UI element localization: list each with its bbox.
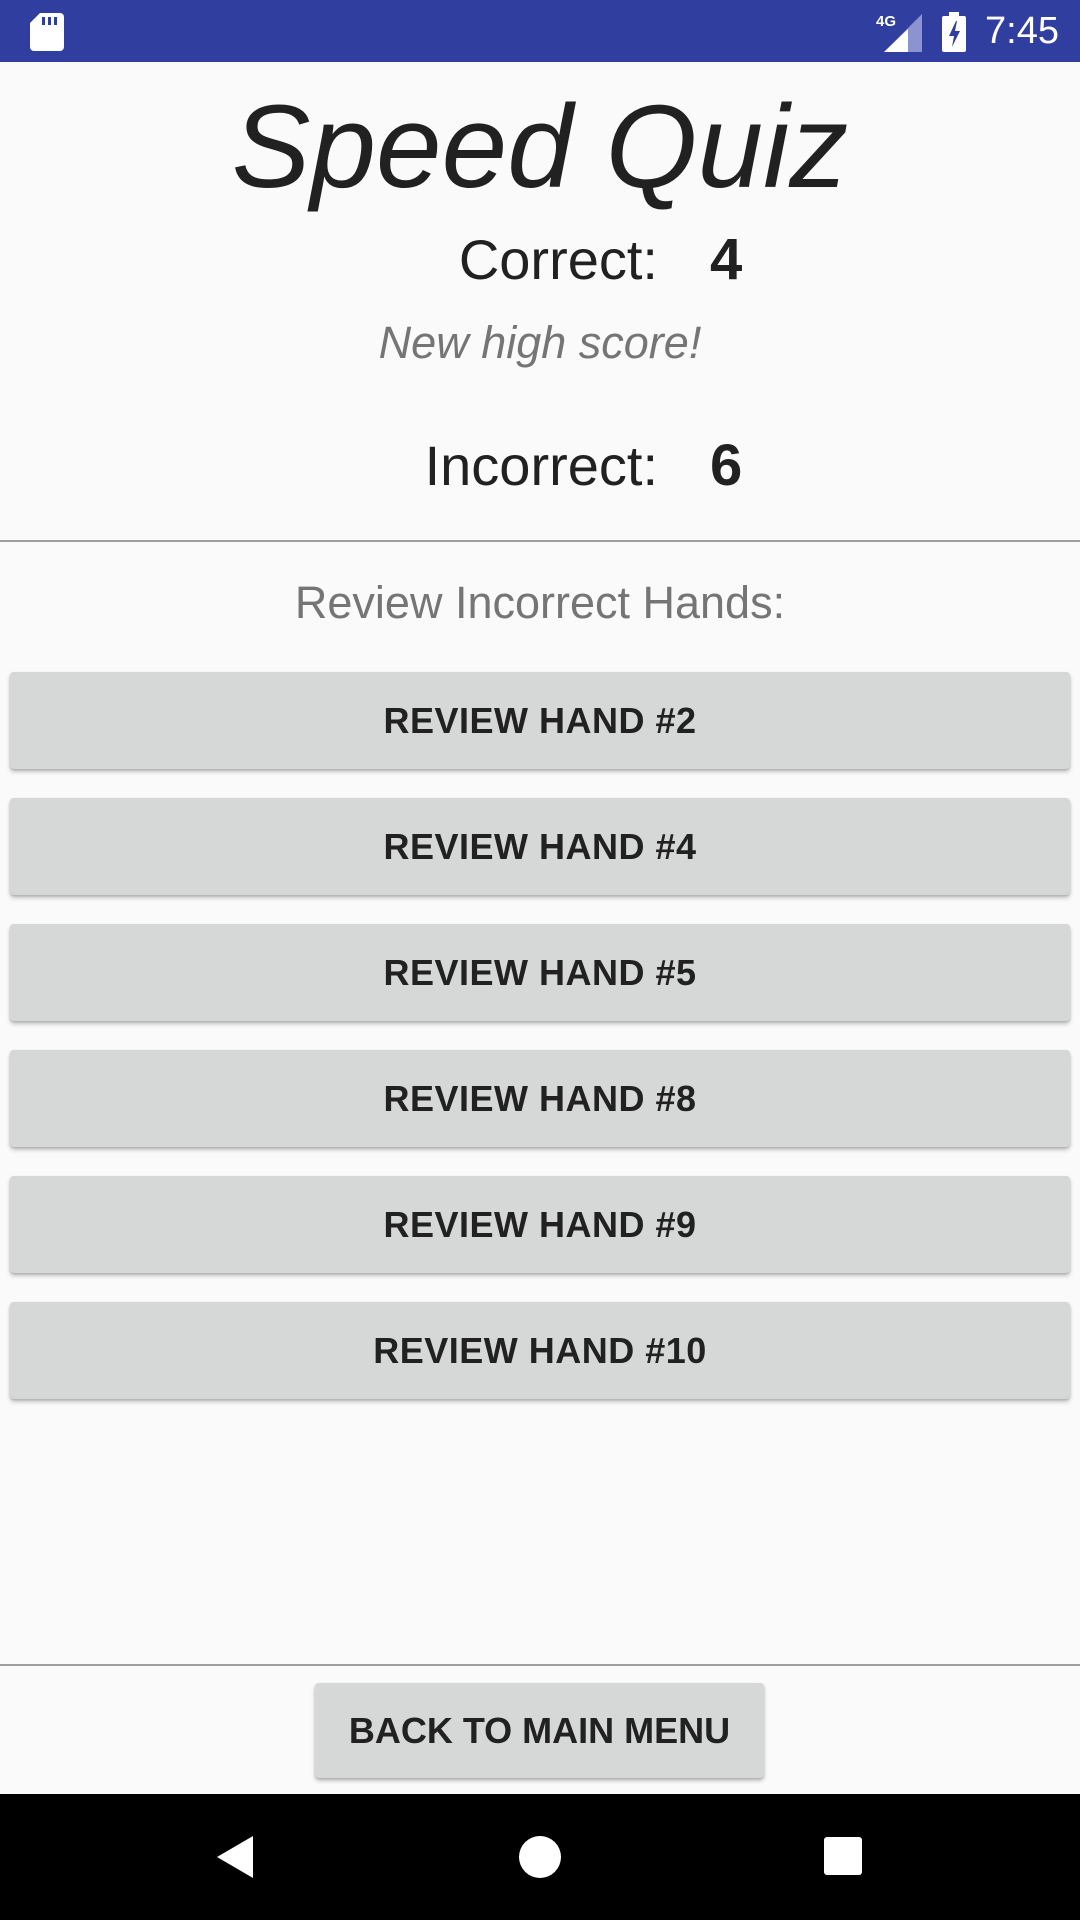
back-to-main-menu-button[interactable]: BACK TO MAIN MENU	[315, 1683, 764, 1778]
correct-value: 4	[710, 227, 743, 292]
review-hand-9-button[interactable]: REVIEW HAND #9	[10, 1176, 1070, 1273]
review-button-list: REVIEW HAND #2 REVIEW HAND #4 REVIEW HAN…	[10, 672, 1070, 1428]
high-score-message: New high score!	[378, 317, 702, 368]
review-hand-8-button[interactable]: REVIEW HAND #8	[10, 1050, 1070, 1147]
sd-card-icon	[30, 13, 64, 51]
top-divider	[0, 540, 1080, 542]
navigation-bar	[0, 1794, 1080, 1920]
signal-icon: 4G	[876, 13, 922, 52]
status-bar: 4G 7:45	[0, 0, 1080, 62]
correct-row: Correct: 4	[0, 225, 1080, 295]
network-type-label: 4G	[876, 13, 896, 30]
page-title: Speed Quiz	[231, 81, 849, 213]
correct-label: Correct:	[458, 228, 658, 291]
back-icon[interactable]	[215, 1834, 255, 1880]
home-icon[interactable]	[518, 1835, 562, 1879]
recents-icon[interactable]	[823, 1836, 863, 1876]
review-hand-2-button[interactable]: REVIEW HAND #2	[10, 672, 1070, 769]
incorrect-row: Incorrect: 6	[0, 431, 1080, 501]
incorrect-label: Incorrect:	[424, 434, 658, 497]
bottom-divider	[0, 1664, 1080, 1666]
incorrect-value: 6	[710, 433, 743, 498]
review-hand-5-button[interactable]: REVIEW HAND #5	[10, 924, 1070, 1021]
review-hand-4-button[interactable]: REVIEW HAND #4	[10, 798, 1070, 895]
review-heading: Review Incorrect Hands:	[294, 577, 786, 628]
status-clock: 7:45	[985, 10, 1059, 52]
battery-charging-icon	[942, 12, 966, 52]
review-hand-10-button[interactable]: REVIEW HAND #10	[10, 1302, 1070, 1399]
